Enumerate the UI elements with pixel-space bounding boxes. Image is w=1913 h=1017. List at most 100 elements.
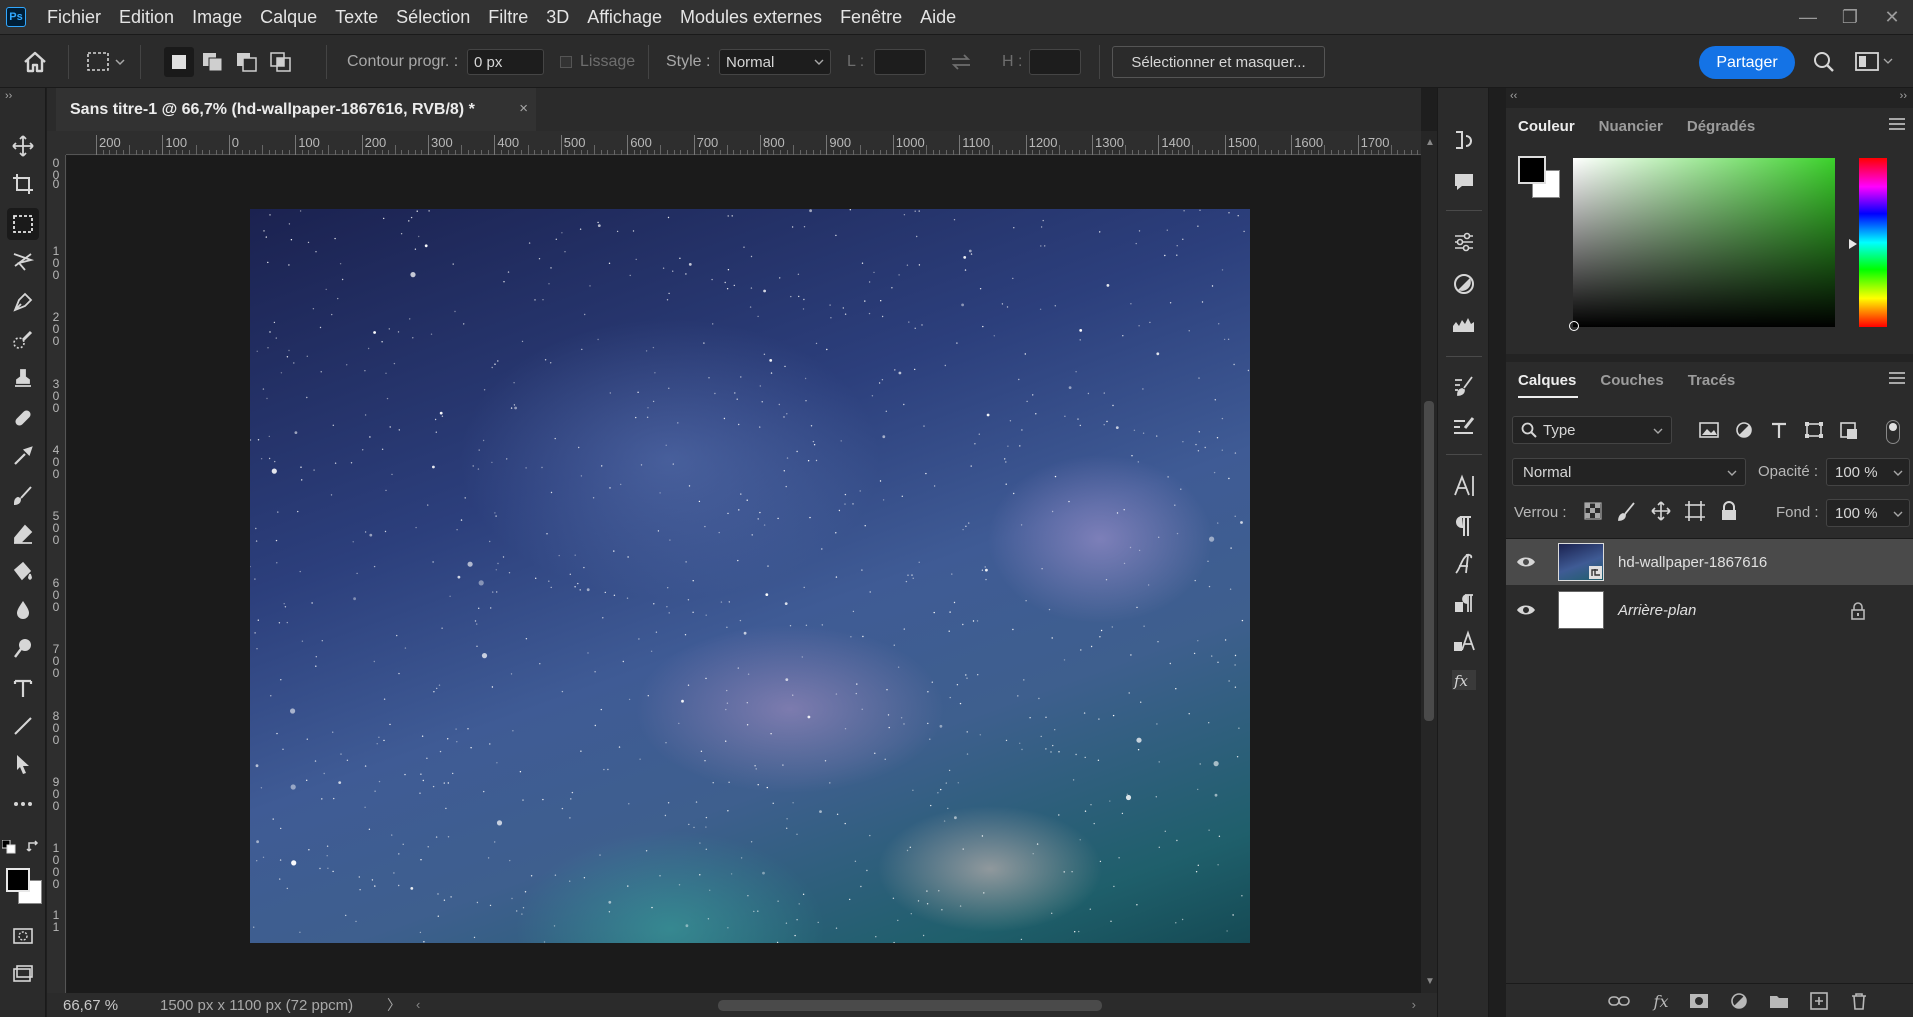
adjustments-circle-icon[interactable] [1448, 268, 1480, 300]
canvas-area[interactable] [67, 156, 1421, 993]
menu-texte[interactable]: Texte [326, 7, 387, 28]
path-selection-icon[interactable] [7, 748, 39, 780]
link-layers-icon[interactable] [1608, 991, 1630, 1011]
collapse-tools-icon[interactable]: ›› [5, 90, 12, 102]
feather-input[interactable]: 0 px [467, 49, 544, 75]
menu-affichage[interactable]: Affichage [578, 7, 671, 28]
filter-shape-icon[interactable] [1803, 420, 1825, 440]
blend-mode-select[interactable]: Normal [1512, 458, 1746, 486]
quick-mask-icon[interactable] [7, 920, 39, 952]
hue-slider[interactable] [1859, 158, 1887, 327]
histogram-icon[interactable] [1448, 308, 1480, 340]
layer-thumbnail-background[interactable] [1558, 591, 1604, 629]
new-selection-icon[interactable] [164, 47, 194, 77]
share-button[interactable]: Partager [1699, 46, 1795, 79]
menu-aide[interactable]: Aide [911, 7, 965, 28]
vertical-scroll-thumb[interactable] [1424, 401, 1434, 721]
swap-icon[interactable] [950, 35, 972, 89]
lock-transparency-icon[interactable] [1582, 500, 1604, 522]
color-picker-field[interactable] [1569, 158, 1835, 331]
delete-layer-icon[interactable] [1848, 991, 1870, 1011]
menu-3d[interactable]: 3D [537, 7, 578, 28]
tab-couleur[interactable]: Couleur [1506, 108, 1587, 144]
new-layer-icon[interactable] [1808, 991, 1830, 1011]
default-colors-icon[interactable] [1, 839, 16, 854]
layer-styles-fx-icon[interactable]: fx [1650, 991, 1672, 1011]
character-icon[interactable] [1448, 470, 1480, 502]
height-input[interactable] [1029, 49, 1081, 75]
paragraph-styles-icon[interactable] [1448, 588, 1480, 620]
restore-icon[interactable]: ❐ [1829, 0, 1871, 34]
clone-stamp-icon[interactable] [7, 363, 39, 395]
close-window-icon[interactable]: ✕ [1871, 0, 1913, 34]
tab-nuancier[interactable]: Nuancier [1587, 108, 1675, 144]
layer-filter-select[interactable]: Type [1512, 416, 1672, 444]
antialias-checkbox[interactable] [560, 56, 572, 68]
crop-tool-icon[interactable] [7, 168, 39, 200]
tab-couches[interactable]: Couches [1588, 362, 1675, 398]
close-tab-icon[interactable]: × [519, 100, 528, 117]
filter-toggle[interactable] [1886, 420, 1900, 444]
width-input[interactable] [874, 49, 926, 75]
home-icon[interactable] [22, 35, 48, 89]
color-picker-cursor[interactable] [1569, 321, 1579, 331]
collapse-right-icon[interactable]: ›› [1900, 90, 1907, 102]
glyphs-icon[interactable] [1448, 548, 1480, 580]
filter-smart-object-icon[interactable] [1838, 420, 1860, 440]
eyedropper-icon[interactable] [7, 440, 39, 472]
character-styles-icon[interactable] [1448, 626, 1480, 658]
tab-calques[interactable]: Calques [1506, 362, 1588, 398]
zoom-level[interactable]: 66,67 % [63, 997, 118, 1014]
menu-filtre[interactable]: Filtre [479, 7, 537, 28]
line-tool-icon[interactable] [7, 710, 39, 742]
dodge-tool-icon[interactable] [7, 632, 39, 664]
brush-settings-icon[interactable] [1448, 370, 1480, 402]
lock-position-icon[interactable] [1650, 500, 1672, 522]
lock-pixels-icon[interactable] [1616, 500, 1638, 522]
filter-type-icon[interactable] [1768, 420, 1790, 440]
status-chevron-icon[interactable]: 〉 [387, 995, 401, 1015]
layer-visibility-eye-icon[interactable] [1516, 603, 1536, 617]
select-and-mask-button[interactable]: Sélectionner et masquer... [1112, 46, 1325, 78]
lock-artboard-icon[interactable] [1684, 500, 1706, 522]
layer-name[interactable]: Arrière-plan [1618, 602, 1696, 619]
fill-input[interactable]: 100 % [1826, 499, 1910, 527]
horizontal-scroll-thumb[interactable] [718, 1000, 1102, 1011]
hue-slider-handle[interactable] [1849, 239, 1857, 249]
menu-fenetre[interactable]: Fenêtre [831, 7, 911, 28]
new-group-folder-icon[interactable] [1768, 991, 1790, 1011]
history-icon[interactable] [1448, 124, 1480, 156]
layer-name[interactable]: hd-wallpaper-1867616 [1618, 554, 1767, 571]
minimize-icon[interactable]: — [1787, 0, 1829, 34]
color-panel-menu-icon[interactable] [1889, 118, 1905, 132]
new-adjustment-layer-icon[interactable] [1728, 991, 1750, 1011]
quick-selection-icon[interactable] [7, 324, 39, 356]
filter-pixel-icon[interactable] [1698, 420, 1720, 440]
menu-image[interactable]: Image [183, 7, 251, 28]
lock-all-icon[interactable] [1718, 500, 1740, 522]
menu-modules-externes[interactable]: Modules externes [671, 7, 831, 28]
layers-panel-menu-icon[interactable] [1889, 372, 1905, 386]
swap-colors-icon[interactable] [26, 838, 42, 858]
opacity-input[interactable]: 100 % [1826, 458, 1910, 486]
adjustments-sliders-icon[interactable] [1448, 226, 1480, 258]
filter-adjustment-icon[interactable] [1733, 420, 1755, 440]
search-icon[interactable] [1812, 35, 1836, 89]
document-tab[interactable]: Sans titre-1 @ 66,7% (hd-wallpaper-18676… [56, 88, 536, 131]
layer-lock-icon[interactable] [1850, 602, 1866, 620]
healing-brush-icon[interactable] [7, 402, 39, 434]
menu-fichier[interactable]: Fichier [38, 7, 110, 28]
tab-traces[interactable]: Tracés [1676, 362, 1748, 398]
paragraph-icon[interactable] [1448, 510, 1480, 542]
layer-visibility-eye-icon[interactable] [1516, 555, 1536, 569]
styles-fx-icon[interactable]: fx [1448, 664, 1480, 696]
menu-calque[interactable]: Calque [251, 7, 326, 28]
collapse-left-icon[interactable]: ‹‹ [1510, 90, 1517, 102]
paint-bucket-icon[interactable] [7, 556, 39, 588]
brush-tool-icon[interactable] [7, 480, 39, 512]
vertical-scrollbar[interactable]: ▲ ▼ [1421, 131, 1437, 993]
more-tools-icon[interactable] [7, 788, 39, 820]
screen-mode-icon[interactable] [7, 958, 39, 990]
comments-icon[interactable] [1448, 166, 1480, 198]
style-select[interactable]: Normal [719, 49, 831, 75]
